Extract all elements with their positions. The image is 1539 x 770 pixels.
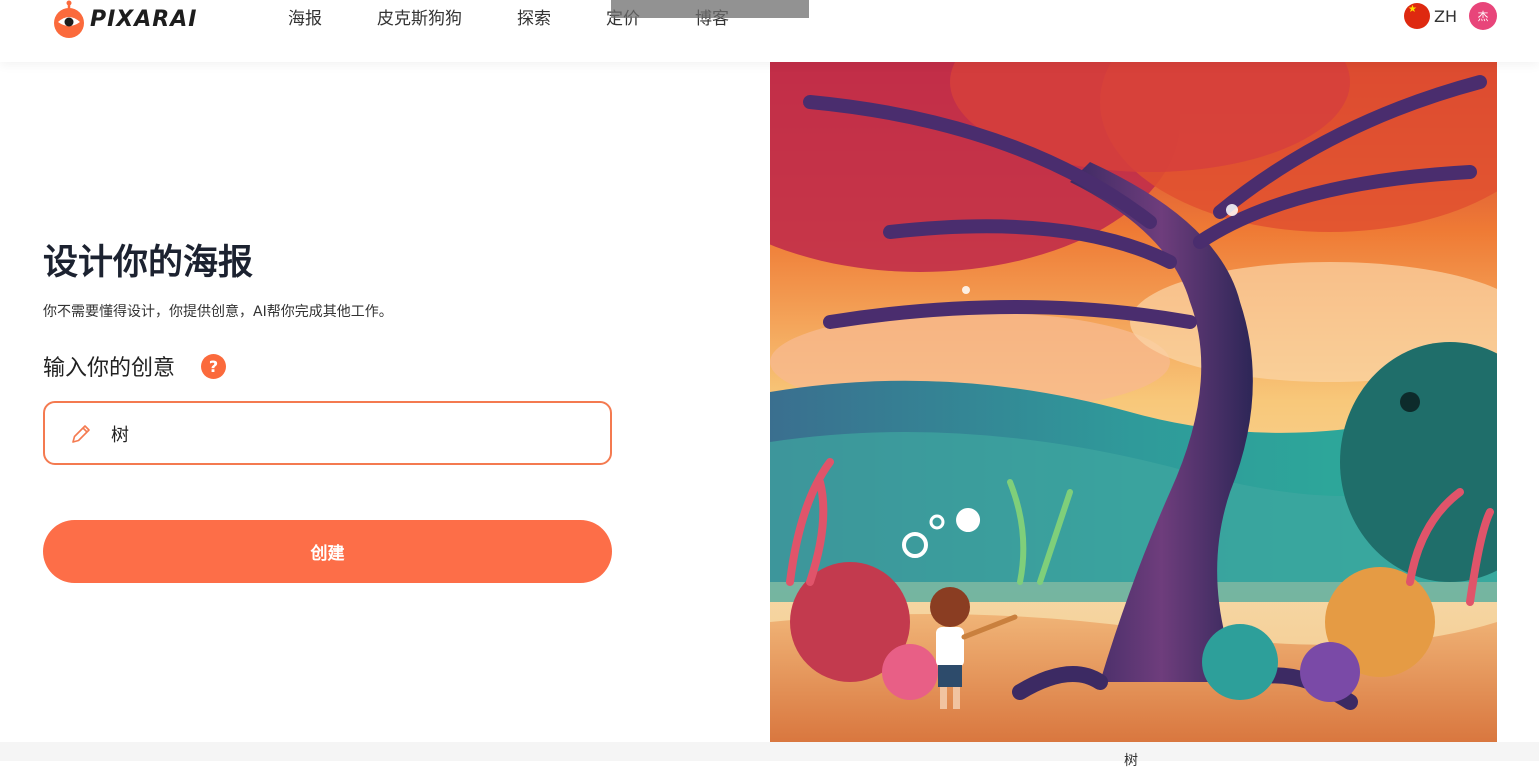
tree-illustration bbox=[770, 62, 1497, 742]
page-title: 设计你的海报 bbox=[43, 243, 254, 283]
language-switcher[interactable]: ★ ZH 杰 bbox=[1404, 2, 1497, 30]
page-subtitle: 你不需要懂得设计，你提供创意，AI帮你完成其他工作。 bbox=[43, 304, 393, 320]
idea-label: 输入你的创意 bbox=[43, 356, 176, 381]
china-flag-icon: ★ bbox=[1404, 3, 1430, 29]
top-navbar: PIXARAI 海报 皮克斯狗狗 探索 定价 博客 ★ ZH 杰 bbox=[0, 0, 1539, 62]
poster-preview-image bbox=[770, 62, 1497, 742]
logo-eye-icon bbox=[54, 0, 84, 38]
footer-caption: 树 bbox=[1124, 753, 1138, 769]
logo[interactable]: PIXARAI bbox=[52, 0, 197, 38]
nav-item-pixar-dog[interactable]: 皮克斯狗狗 bbox=[377, 4, 462, 29]
idea-input[interactable] bbox=[109, 417, 593, 451]
pencil-icon bbox=[72, 425, 90, 443]
nav-item-poster[interactable]: 海报 bbox=[288, 4, 322, 29]
logo-text: PIXARAI bbox=[90, 6, 198, 32]
tooltip-overlay bbox=[611, 0, 809, 18]
help-icon[interactable]: ? bbox=[201, 353, 227, 379]
nav-item-explore[interactable]: 探索 bbox=[517, 4, 551, 29]
user-avatar[interactable]: 杰 bbox=[1469, 2, 1497, 30]
footer-band bbox=[0, 742, 1539, 761]
idea-label-row: 输入你的创意 ? bbox=[43, 350, 227, 382]
language-label: ZH bbox=[1434, 6, 1457, 26]
idea-input-box[interactable] bbox=[43, 401, 612, 465]
create-button[interactable]: 创建 bbox=[43, 520, 612, 583]
